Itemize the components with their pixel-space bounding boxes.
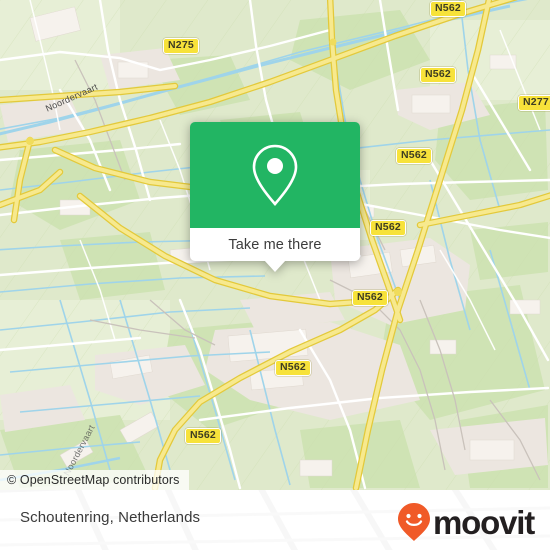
osm-attribution[interactable]: © OpenStreetMap contributors — [0, 470, 189, 490]
callout-green-panel — [190, 122, 360, 228]
road-shield-n275: N275 — [163, 38, 199, 54]
road-shield-n562-top: N562 — [430, 1, 466, 17]
place-title: Schoutenring, Netherlands — [20, 509, 201, 526]
road-shield-n562-bottom: N562 — [185, 428, 221, 444]
road-shield-n277: N277 — [518, 95, 550, 111]
road-shield-n562-right: N562 — [370, 220, 406, 236]
road-shield-n562-center: N562 — [352, 290, 388, 306]
map-canvas[interactable]: Noordervaart Noordervaart N275 N562 N562… — [0, 0, 550, 490]
callout-action-panel[interactable]: Take me there — [190, 228, 360, 261]
location-callout-card[interactable]: Take me there — [190, 122, 360, 272]
osm-attribution-text: © OpenStreetMap contributors — [7, 473, 180, 487]
take-me-there-label: Take me there — [228, 236, 322, 253]
moovit-wordmark: moovit — [433, 503, 535, 541]
road-shield-n562-upper-right: N562 — [420, 67, 456, 83]
map-screenshot: Noordervaart Noordervaart N275 N562 N562… — [0, 0, 550, 550]
moovit-brand[interactable]: moovit — [397, 502, 535, 542]
road-shield-n562-lower: N562 — [275, 360, 311, 376]
moovit-smiley-pin-icon — [398, 503, 431, 541]
map-pin-icon — [252, 144, 298, 206]
footer-bar: Schoutenring, Netherlands moovit — [0, 490, 550, 550]
road-shield-n562-mid-right: N562 — [396, 148, 432, 164]
callout-pointer-tail — [264, 260, 286, 272]
